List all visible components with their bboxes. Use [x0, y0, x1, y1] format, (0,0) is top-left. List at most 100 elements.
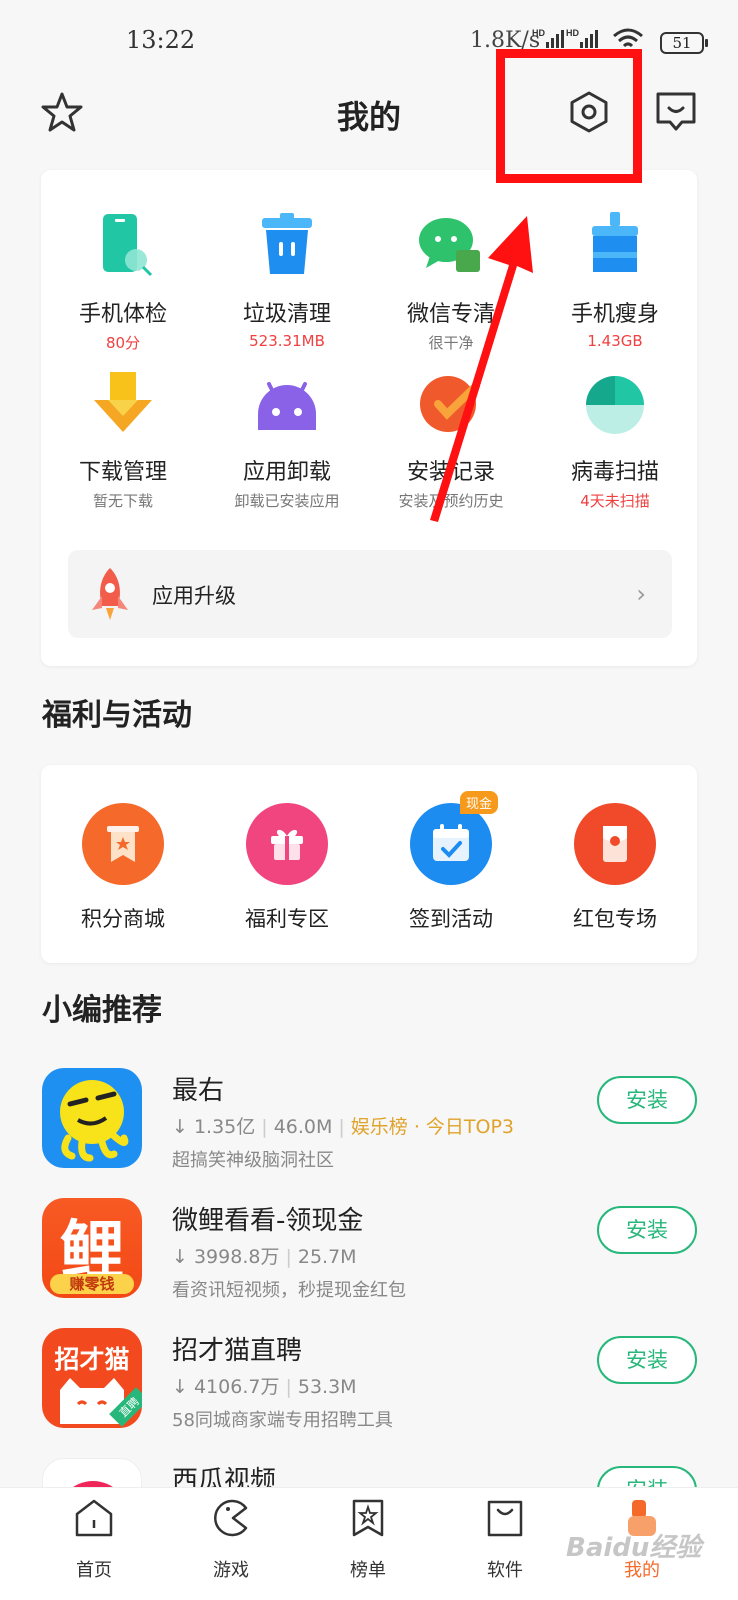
message-icon[interactable] [654, 90, 698, 134]
app-icon-badge: 赚零钱 [50, 1274, 134, 1294]
tool-name: 手机瘦身 [570, 302, 659, 327]
app-upgrade-row[interactable]: 应用升级 › [68, 550, 672, 638]
list-item[interactable]: 鲤 赚零钱 微鲤看看-领现金 ↓ 3998.8万 | 25.7M 看资讯短视频，秒提… [0, 1198, 738, 1308]
app-name: 招才猫直聘 [172, 1336, 303, 1366]
app-meta: ↓ 4106.7万 | 53.3M [172, 1376, 357, 1398]
status-time: 13:22 [126, 26, 196, 54]
tool-app-uninstall[interactable]: 应用卸载 卸载已安装应用 [205, 370, 369, 511]
app-size: 25.7M [297, 1246, 357, 1268]
red-envelope-icon [574, 803, 656, 885]
install-button[interactable]: 安装 [597, 1336, 697, 1384]
tool-name: 安装记录 [406, 460, 495, 485]
install-record-icon [416, 370, 486, 440]
phone-check-icon [88, 212, 158, 282]
app-icon-zuiyou [42, 1068, 142, 1168]
ranking-icon [352, 1499, 384, 1537]
trash-icon [252, 212, 322, 282]
slim-brush-icon [580, 212, 650, 282]
perk-welfare-zone[interactable]: 福利专区 [205, 803, 369, 933]
tool-wechat-clean[interactable]: 微信专清 很干净 [369, 212, 533, 353]
home-icon [75, 1499, 113, 1537]
perk-name: 红包专场 [573, 907, 657, 931]
points-mall-icon [82, 803, 164, 885]
install-button[interactable]: 安装 [597, 1206, 697, 1254]
tool-download-manager[interactable]: 下载管理 暂无下载 [41, 370, 205, 511]
app-icon-weili: 鲤 赚零钱 [42, 1198, 142, 1298]
tool-name: 微信专清 [406, 302, 495, 327]
app-desc: 58同城商家端专用招聘工具 [172, 1410, 393, 1431]
app-size: 53.3M [297, 1376, 357, 1398]
app-meta: ↓ 3998.8万 | 25.7M [172, 1246, 357, 1268]
tool-name: 手机体检 [78, 302, 167, 327]
tool-name: 下载管理 [78, 460, 167, 485]
download-arrow-icon: ↓ [172, 1376, 194, 1398]
perk-name: 积分商城 [81, 907, 165, 931]
app-downloads: 4106.7万 [193, 1376, 280, 1398]
tool-status: 80分 [105, 334, 141, 352]
download-arrow-icon: ↓ [172, 1116, 194, 1138]
app-downloads: 1.35亿 [193, 1116, 256, 1138]
cash-badge: 现金 [459, 791, 498, 814]
app-icon-zhaocaimao: 招才猫 直聘 [42, 1328, 142, 1428]
tool-status: 4天未扫描 [580, 492, 650, 510]
signal-icon: HD [532, 28, 564, 48]
perk-checkin[interactable]: 现金 签到活动 [369, 791, 533, 933]
tool-install-record[interactable]: 安装记录 安装及预约历史 [369, 370, 533, 511]
tab-games[interactable]: 游戏 [181, 1498, 281, 1582]
perk-name: 福利专区 [245, 907, 329, 931]
upgrade-label: 应用升级 [152, 584, 236, 608]
app-size: 46.0M [273, 1116, 333, 1138]
tool-name: 应用卸载 [242, 460, 331, 485]
gift-icon [246, 803, 328, 885]
app-icon-text: 招才猫 [54, 1345, 130, 1374]
app-desc: 看资讯短视频，秒提现金红包 [172, 1280, 406, 1301]
tab-software[interactable]: 软件 [455, 1498, 555, 1582]
perks-section-title: 福利与活动 [42, 698, 192, 733]
game-icon [214, 1499, 248, 1537]
tool-name: 垃圾清理 [242, 302, 331, 327]
calendar-check-icon: 现金 [410, 791, 498, 885]
tool-trash-clean[interactable]: 垃圾清理 523.31MB [205, 212, 369, 350]
signal-icon: HD [566, 28, 598, 48]
download-arrow-icon: ↓ [172, 1246, 194, 1268]
app-name: 最右 [172, 1076, 225, 1106]
perks-card: 积分商城 福利专区 现金 签到活动 红包专场 [41, 765, 697, 963]
tool-name: 病毒扫描 [570, 460, 659, 485]
virus-scan-icon [580, 370, 650, 440]
battery-icon: 51 [660, 32, 708, 54]
chevron-right-icon: › [636, 580, 646, 608]
highlight-box [496, 49, 642, 183]
list-item[interactable]: 最右 ↓ 1.35亿 | 46.0M | 娱乐榜 · 今日TOP3 超搞笑神级脑洞社区 … [0, 1068, 738, 1178]
app-rank-tag: 娱乐榜 · 今日TOP3 [350, 1116, 515, 1138]
tool-status: 很干净 [428, 334, 474, 352]
tab-label: 游戏 [213, 1560, 249, 1581]
uninstall-android-icon [252, 370, 322, 440]
tab-ranking[interactable]: 榜单 [318, 1498, 418, 1582]
app-desc: 超搞笑神级脑洞社区 [172, 1150, 334, 1171]
tool-phone-check[interactable]: 手机体检 80分 [41, 212, 205, 353]
software-bag-icon [487, 1500, 523, 1537]
list-item[interactable]: 招才猫 直聘 招才猫直聘 ↓ 4106.7万 | 53.3M 58同城商家端专用招聘… [0, 1328, 738, 1438]
tab-label: 软件 [487, 1560, 523, 1581]
perk-red-envelope[interactable]: 红包专场 [533, 803, 697, 933]
wechat-clean-icon [416, 212, 486, 282]
tab-home[interactable]: 首页 [44, 1498, 144, 1582]
install-button[interactable]: 安装 [597, 1076, 697, 1124]
wifi-icon [613, 28, 643, 48]
tab-label: 榜单 [350, 1560, 386, 1581]
hd-label: HD [532, 28, 545, 38]
recommend-section-title: 小编推荐 [42, 993, 162, 1028]
download-icon [88, 370, 158, 440]
rocket-icon [92, 568, 128, 620]
app-downloads: 3998.8万 [193, 1246, 280, 1268]
watermark: Baidu经验 [566, 1533, 702, 1563]
tool-status: 523.31MB [249, 332, 325, 350]
tab-label: 首页 [76, 1560, 112, 1581]
app-name: 微鲤看看-领现金 [172, 1206, 364, 1236]
perk-points-mall[interactable]: 积分商城 [41, 803, 205, 933]
tool-virus-scan[interactable]: 病毒扫描 4天未扫描 [533, 370, 697, 511]
app-meta: ↓ 1.35亿 | 46.0M | 娱乐榜 · 今日TOP3 [172, 1116, 515, 1138]
tool-phone-slim[interactable]: 手机瘦身 1.43GB [533, 212, 697, 350]
tool-status: 安装及预约历史 [398, 492, 504, 510]
tool-status: 暂无下载 [92, 492, 153, 510]
